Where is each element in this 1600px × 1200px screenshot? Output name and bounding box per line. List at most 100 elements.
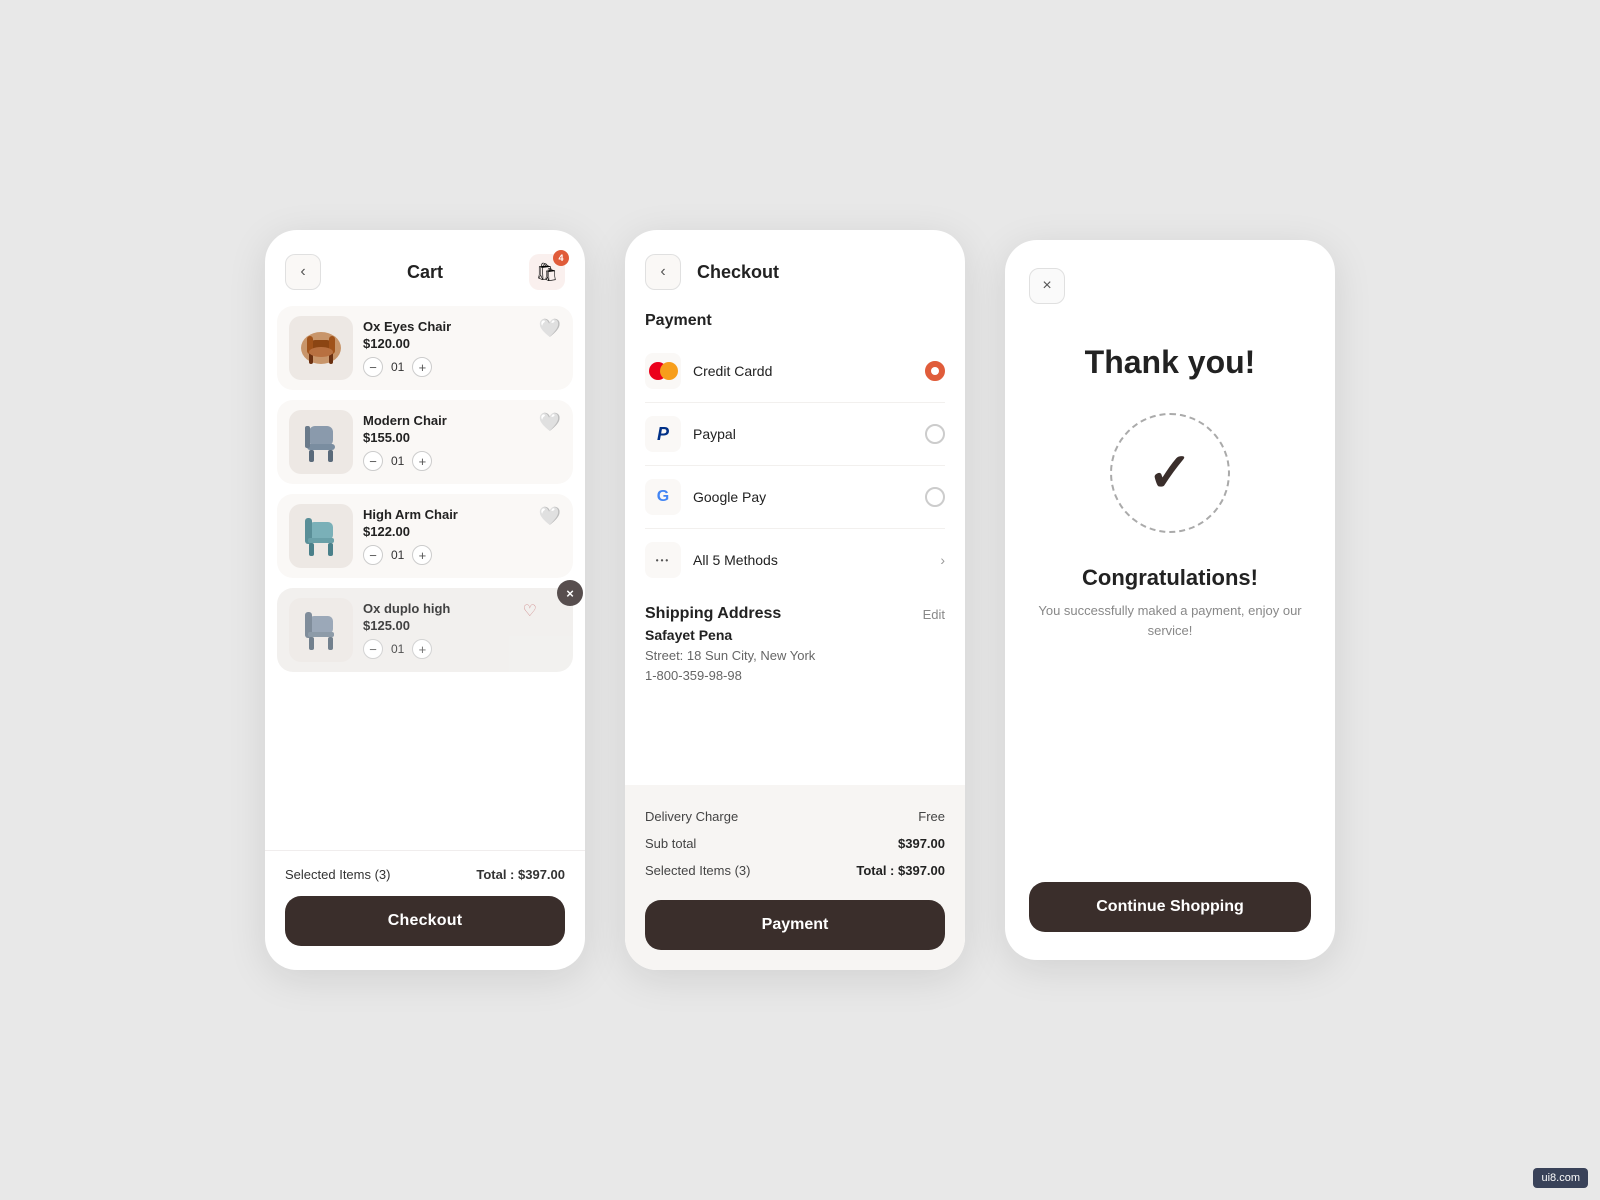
- shipping-header: Shipping Address Edit: [625, 591, 965, 627]
- item-image: [289, 316, 353, 380]
- payment-name: All 5 Methods: [693, 552, 940, 568]
- checkout-summary: Delivery Charge Free Sub total $397.00 S…: [625, 785, 965, 970]
- radio-unselected[interactable]: [925, 487, 945, 507]
- qty-decrease-button[interactable]: −: [363, 545, 383, 565]
- success-icon-circle: ✓: [1110, 413, 1230, 533]
- all-methods-item[interactable]: ••• All 5 Methods ›: [645, 529, 945, 591]
- qty-control: − 01 +: [363, 357, 561, 377]
- qty-value: 01: [391, 548, 404, 562]
- checkout-header: ‹ Checkout: [625, 230, 965, 306]
- item-image: [289, 410, 353, 474]
- payment-name: Paypal: [693, 426, 925, 442]
- item-price: $155.00: [363, 430, 561, 445]
- cart-badge: 4: [553, 250, 569, 266]
- google-icon: G: [645, 479, 681, 515]
- cart-item: High Arm Chair $122.00 − 01 + 🤍: [277, 494, 573, 578]
- item-price: $122.00: [363, 524, 561, 539]
- subtotal-value: $397.00: [898, 836, 945, 851]
- radio-unselected[interactable]: [925, 424, 945, 444]
- selected-items-label: Selected Items (3): [645, 863, 751, 878]
- cart-icon-wrap: 🛍 4: [529, 254, 565, 290]
- item-image: [289, 504, 353, 568]
- cart-back-button[interactable]: ‹: [285, 254, 321, 290]
- more-icon: •••: [645, 542, 681, 578]
- paypal-icon: P: [645, 416, 681, 452]
- delivery-label: Delivery Charge: [645, 809, 738, 824]
- total-value: Total : $397.00: [856, 863, 945, 878]
- thankyou-screen: × Thank you! ✓ Congratulations! You succ…: [1005, 240, 1335, 960]
- cart-title: Cart: [407, 262, 443, 283]
- checkout-button[interactable]: Checkout: [285, 896, 565, 946]
- back-icon: ‹: [660, 263, 665, 281]
- fav-button[interactable]: 🤍: [539, 506, 561, 527]
- selected-items-label: Selected Items (3): [285, 867, 391, 882]
- qty-increase-button[interactable]: +: [412, 639, 432, 659]
- shipping-phone: 1-800-359-98-98: [645, 666, 945, 686]
- close-button[interactable]: ×: [1029, 268, 1065, 304]
- payment-name: Google Pay: [693, 489, 925, 505]
- screens-container: ‹ Cart 🛍 4: [265, 230, 1335, 970]
- qty-decrease-button[interactable]: −: [363, 639, 383, 659]
- radio-selected[interactable]: [925, 361, 945, 381]
- total-row: Selected Items (3) Total : $397.00: [645, 857, 945, 884]
- checkout-title: Checkout: [697, 262, 779, 283]
- cart-header: ‹ Cart 🛍 4: [265, 230, 585, 306]
- payment-name: Credit Cardd: [693, 363, 925, 379]
- payment-section-title: Payment: [625, 312, 965, 330]
- chevron-right-icon: ›: [940, 552, 945, 568]
- congrats-title: Congratulations!: [1082, 565, 1258, 591]
- fav-button[interactable]: 🤍: [539, 412, 561, 433]
- item-image: [289, 598, 353, 662]
- item-name: Modern Chair: [363, 413, 561, 428]
- qty-decrease-button[interactable]: −: [363, 357, 383, 377]
- continue-shopping-button[interactable]: Continue Shopping: [1029, 882, 1311, 932]
- checkout-screen: ‹ Checkout Payment Credit Cardd: [625, 230, 965, 970]
- payment-methods-list: Credit Cardd P Paypal G Google Pay: [625, 340, 965, 591]
- delivery-value: Free: [918, 809, 945, 824]
- cart-screen: ‹ Cart 🛍 4: [265, 230, 585, 970]
- cart-footer: Selected Items (3) Total : $397.00 Check…: [265, 850, 585, 970]
- item-name: Ox Eyes Chair: [363, 319, 561, 334]
- qty-increase-button[interactable]: +: [412, 451, 432, 471]
- qty-control: − 01 +: [363, 451, 561, 471]
- shipping-info: Safayet Pena Street: 18 Sun City, New Yo…: [625, 627, 965, 701]
- congrats-subtitle: You successfully maked a payment, enjoy …: [1029, 601, 1311, 640]
- delete-button[interactable]: ×: [557, 580, 583, 606]
- shipping-section-title: Shipping Address: [645, 605, 781, 623]
- item-info: Modern Chair $155.00 − 01 +: [363, 413, 561, 471]
- cart-items-list: Ox Eyes Chair $120.00 − 01 + 🤍: [265, 306, 585, 842]
- qty-decrease-button[interactable]: −: [363, 451, 383, 471]
- qty-increase-button[interactable]: +: [412, 545, 432, 565]
- thankyou-title: Thank you!: [1085, 344, 1256, 381]
- cart-total: Total : $397.00: [476, 867, 565, 882]
- cart-item: Modern Chair $155.00 − 01 + 🤍: [277, 400, 573, 484]
- item-info: High Arm Chair $122.00 − 01 +: [363, 507, 561, 565]
- checkout-back-button[interactable]: ‹: [645, 254, 681, 290]
- shipping-name: Safayet Pena: [645, 627, 945, 643]
- subtotal-row: Sub total $397.00: [645, 830, 945, 857]
- qty-value: 01: [391, 360, 404, 374]
- payment-method-item[interactable]: G Google Pay: [645, 466, 945, 529]
- checkmark-icon: ✓: [1147, 446, 1192, 500]
- qty-control: − 01 +: [363, 639, 561, 659]
- cart-item: Ox Eyes Chair $120.00 − 01 + 🤍: [277, 306, 573, 390]
- qty-value: 01: [391, 454, 404, 468]
- qty-control: − 01 +: [363, 545, 561, 565]
- cart-summary-row: Selected Items (3) Total : $397.00: [285, 867, 565, 882]
- payment-button[interactable]: Payment: [645, 900, 945, 950]
- fav-button[interactable]: ♡: [523, 601, 537, 621]
- fav-button[interactable]: 🤍: [539, 318, 561, 339]
- payment-method-item[interactable]: P Paypal: [645, 403, 945, 466]
- item-name: High Arm Chair: [363, 507, 561, 522]
- qty-increase-button[interactable]: +: [412, 357, 432, 377]
- subtotal-label: Sub total: [645, 836, 696, 851]
- item-info: Ox Eyes Chair $120.00 − 01 +: [363, 319, 561, 377]
- item-price: $120.00: [363, 336, 561, 351]
- cart-item: Ox duplo high $125.00 − 01 + ♡ ×: [277, 588, 573, 672]
- payment-method-item[interactable]: Credit Cardd: [645, 340, 945, 403]
- edit-address-button[interactable]: Edit: [923, 607, 945, 622]
- mastercard-icon: [645, 353, 681, 389]
- shipping-street: Street: 18 Sun City, New York: [645, 646, 945, 666]
- qty-value: 01: [391, 642, 404, 656]
- back-icon: ‹: [300, 263, 305, 281]
